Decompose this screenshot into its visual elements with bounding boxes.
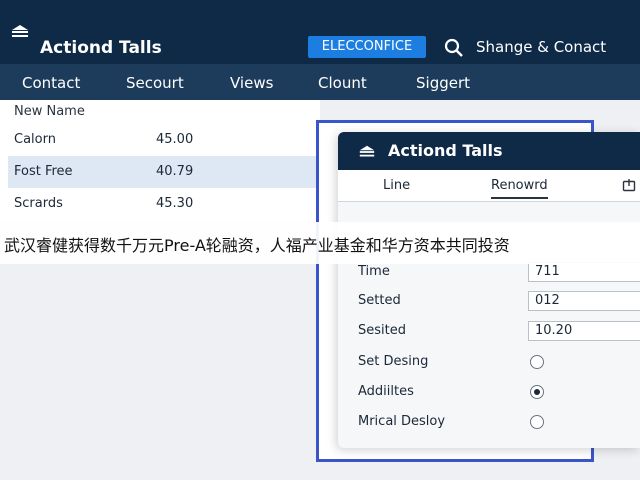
list-item-name: Fost Free — [14, 164, 73, 179]
export-icon[interactable] — [622, 178, 636, 192]
field-label-setted: Setted — [358, 293, 401, 308]
list-item-value: 45.30 — [156, 196, 194, 211]
mrical-desloy-radio[interactable] — [530, 415, 544, 429]
menu-item-clount[interactable]: Clount — [318, 74, 367, 92]
tab-line[interactable]: Line — [383, 178, 410, 193]
field-label-sesited: Sesited — [358, 323, 406, 338]
menu-item-secourt[interactable]: Secourt — [126, 74, 184, 92]
menu-item-views[interactable]: Views — [230, 74, 273, 92]
menu-bar: Contact Secourt Views Clount Siggert — [0, 64, 640, 100]
time-input[interactable]: 711 — [528, 262, 640, 282]
list-header: New Name — [14, 104, 85, 119]
dialog-title: Actiond Talls — [388, 141, 503, 160]
option-label-mrical-desloy: Mrical Desloy — [358, 414, 446, 429]
list-item[interactable]: Fost Free 40.79 — [8, 156, 320, 188]
setted-input[interactable]: 012 — [528, 291, 640, 311]
list-item[interactable]: Calorn 45.00 — [8, 124, 320, 156]
list-item[interactable]: Scrards 45.30 — [8, 188, 320, 220]
list-item-name: Calorn — [14, 132, 56, 147]
dialog-app-icon — [359, 145, 375, 157]
list-item-name: Scrards — [14, 196, 63, 211]
title-bar: Actiond Talls ELECCONFICE Shange & Conac… — [0, 0, 640, 64]
sesited-input[interactable]: 10.20 — [528, 321, 640, 341]
field-label-time: Time — [358, 264, 390, 279]
option-label-set-desing: Set Desing — [358, 354, 429, 369]
app-title: Actiond Talls — [40, 38, 162, 58]
set-desing-radio[interactable] — [530, 355, 544, 369]
search-label[interactable]: Shange & Conact — [476, 38, 606, 56]
addiiltes-radio[interactable] — [530, 385, 544, 399]
caption-text: 武汉睿健获得数千万元Pre-A轮融资，人福产业基金和华方资本共同投资 — [4, 236, 510, 255]
app-icon — [12, 25, 28, 37]
list-item-value: 45.00 — [156, 132, 194, 147]
caption-banner: 武汉睿健获得数千万元Pre-A轮融资，人福产业基金和华方资本共同投资 — [0, 222, 640, 264]
menu-item-siggert[interactable]: Siggert — [416, 74, 470, 92]
tab-renowrd[interactable]: Renowrd — [491, 178, 548, 199]
option-label-addiiltes: Addiiltes — [358, 384, 414, 399]
settings-dialog: Actiond Talls Line Renowrd Time 711 Sett… — [338, 132, 640, 448]
search-icon[interactable] — [444, 38, 464, 58]
menu-item-contact[interactable]: Contact — [22, 74, 80, 92]
dialog-tabs: Line Renowrd — [338, 170, 640, 202]
list-item-value: 40.79 — [156, 164, 194, 179]
dialog-header: Actiond Talls — [338, 132, 640, 170]
badge-button[interactable]: ELECCONFICE — [308, 36, 426, 58]
